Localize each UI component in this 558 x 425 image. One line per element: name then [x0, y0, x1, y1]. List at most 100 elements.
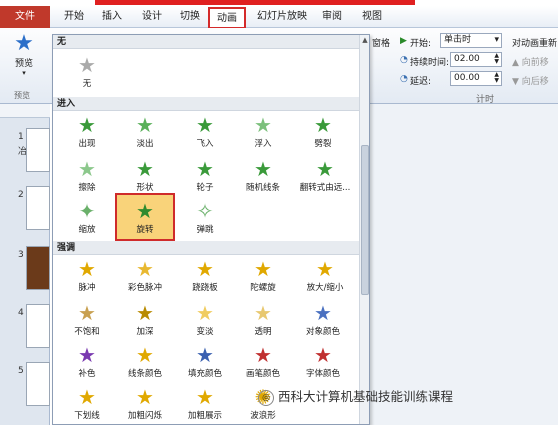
emphasis-item[interactable]: ★ 对象颜色 — [295, 301, 351, 343]
watermark: ◎ 西科大计算机基础技能训练课程 — [258, 386, 558, 408]
duration-label: 持续时间: — [410, 58, 450, 68]
emphasis-item[interactable]: ★ 脉冲 — [59, 257, 115, 299]
entrance-item[interactable]: ★ 翻转式由远... — [295, 157, 355, 199]
star-icon: ★ — [136, 157, 154, 181]
star-icon: ★ — [196, 301, 214, 325]
animation-gallery-dropdown: 无 ★ 无 进入 ★ 出现 ★ 淡出 ★ 飞入 ★ 浮入 ★ 劈裂 ★ 擦除 ★ 形状 ★ 轮子 … — [52, 34, 370, 425]
star-icon: ★ — [78, 385, 96, 409]
star-icon: ★ — [136, 113, 154, 137]
preview-group-label: 预览 — [14, 91, 30, 100]
preview-button[interactable]: ★ 预览 ▾ — [8, 31, 40, 78]
star-icon: ★ — [314, 113, 332, 137]
emphasis-item[interactable]: ★ 不饱和 — [59, 301, 115, 343]
wechat-icon: ◎ — [258, 389, 274, 406]
star-icon: ★ — [196, 343, 214, 367]
slide-thumb-4[interactable] — [26, 304, 50, 348]
scroll-up-icon[interactable]: ▲ — [360, 35, 369, 45]
star-icon: ★ — [136, 385, 154, 409]
slide-thumb-1[interactable] — [26, 128, 50, 172]
emphasis-item[interactable]: ★ 线条颜色 — [117, 343, 173, 385]
entrance-item[interactable]: ★ 轮子 — [177, 157, 233, 199]
start-icon: ▶ — [400, 36, 407, 46]
star-icon: ★ — [196, 385, 214, 409]
red-highlight-strip — [95, 0, 415, 5]
tab-transitions[interactable]: 切换 — [174, 6, 206, 28]
star-icon: ★ — [254, 257, 272, 281]
entrance-item[interactable]: ★ 劈裂 — [295, 113, 351, 155]
scrollbar-thumb[interactable] — [361, 145, 369, 295]
move-earlier-button[interactable]: ▲ 向前移 — [512, 55, 549, 68]
pane-header — [0, 104, 50, 118]
duration-icon: ◔ — [400, 55, 408, 65]
emphasis-item[interactable]: ★ 陀螺旋 — [235, 257, 291, 299]
animation-none[interactable]: ★ 无 — [59, 53, 115, 95]
star-icon: ★ — [316, 157, 334, 181]
star-icon: ★ — [78, 343, 96, 367]
emphasis-item[interactable]: ★ 跷跷板 — [177, 257, 233, 299]
slide-number: 3 — [18, 250, 24, 260]
emphasis-item[interactable]: ★ 字体颜色 — [295, 343, 351, 385]
tab-insert[interactable]: 插入 — [96, 6, 128, 28]
slide-thumbnail-pane: 1 冶 2 3 4 5 — [0, 104, 50, 425]
emphasis-item[interactable]: ★ 放大/缩小 — [295, 257, 355, 299]
ribbon-tab-bar: 文件 开始 插入 设计 切换 动画 幻灯片放映 审阅 视图 — [0, 6, 558, 29]
emphasis-item[interactable]: ★ 画笔颜色 — [235, 343, 291, 385]
entrance-item[interactable]: ★ 浮入 — [235, 113, 291, 155]
preview-star-icon: ★ — [14, 31, 34, 56]
tab-view[interactable]: 视图 — [356, 6, 388, 28]
emphasis-item[interactable]: ★ 透明 — [235, 301, 291, 343]
star-icon: ★ — [78, 301, 96, 325]
star-icon: ★ — [78, 257, 96, 281]
emphasis-item[interactable]: ★ 填充颜色 — [177, 343, 233, 385]
pane-fragment: 窗格 — [372, 39, 391, 49]
entrance-item[interactable]: ★ 随机线条 — [235, 157, 291, 199]
star-icon: ★ — [78, 53, 96, 77]
emphasis-item[interactable]: ★ 下划线 — [59, 385, 115, 424]
emphasis-item[interactable]: ★ 补色 — [59, 343, 115, 385]
duration-field[interactable]: 02.00 ▲ ▼ — [450, 52, 502, 67]
entrance-item[interactable]: ★ 擦除 — [59, 157, 115, 199]
start-select[interactable]: 单击时 ▾ — [440, 33, 502, 48]
emphasis-item[interactable]: ★ 变淡 — [177, 301, 233, 343]
tab-animations[interactable]: 动画 — [208, 7, 246, 29]
slide-thumb-3[interactable] — [26, 246, 50, 290]
emphasis-item[interactable]: ★ 彩色脉冲 — [117, 257, 173, 299]
entrance-item-selected[interactable]: ★ 旋转 — [115, 193, 175, 241]
tab-review[interactable]: 审阅 — [316, 6, 348, 28]
star-icon: ✧ — [196, 199, 214, 223]
tab-file[interactable]: 文件 — [0, 6, 50, 28]
star-icon: ✦ — [78, 199, 96, 223]
star-icon: ★ — [136, 257, 154, 281]
section-emphasis-header: 强调 — [53, 241, 359, 255]
delay-icon: ◔ — [400, 74, 408, 84]
entrance-item[interactable]: ★ 淡出 — [117, 113, 173, 155]
entrance-item[interactable]: ✧ 弹跳 — [177, 199, 233, 241]
entrance-item[interactable]: ✦ 缩放 — [59, 199, 115, 241]
slide-number: 1 — [18, 132, 24, 142]
tab-design[interactable]: 设计 — [136, 6, 168, 28]
star-icon: ★ — [78, 157, 96, 181]
delay-field[interactable]: 00.00 ▲ ▼ — [450, 71, 502, 86]
slide-number: 4 — [18, 308, 24, 318]
preview-dropdown-icon[interactable]: ▾ — [8, 69, 40, 77]
star-icon: ★ — [254, 343, 272, 367]
slide-thumb-5[interactable] — [26, 362, 50, 406]
star-icon: ★ — [136, 301, 154, 325]
emphasis-item[interactable]: ★ 加粗闪烁 — [117, 385, 173, 424]
tab-slideshow[interactable]: 幻灯片放映 — [254, 6, 310, 28]
entrance-item[interactable]: ★ 出现 — [59, 113, 115, 155]
emphasis-item[interactable]: ★ 加深 — [117, 301, 173, 343]
slide-thumb-2[interactable] — [26, 186, 50, 230]
star-icon: ★ — [314, 343, 332, 367]
gallery-scrollbar[interactable]: ▲ — [359, 35, 369, 424]
star-icon: ★ — [254, 301, 272, 325]
star-icon: ★ — [254, 157, 272, 181]
star-icon: ★ — [314, 301, 332, 325]
slide-editing-area — [370, 104, 558, 425]
tab-home[interactable]: 开始 — [58, 6, 90, 28]
star-icon: ★ — [196, 257, 214, 281]
entrance-item[interactable]: ★ 飞入 — [177, 113, 233, 155]
move-later-button[interactable]: ▼ 向后移 — [512, 74, 549, 87]
start-label: 开始: — [410, 39, 432, 49]
emphasis-item[interactable]: ★ 加粗展示 — [177, 385, 233, 424]
